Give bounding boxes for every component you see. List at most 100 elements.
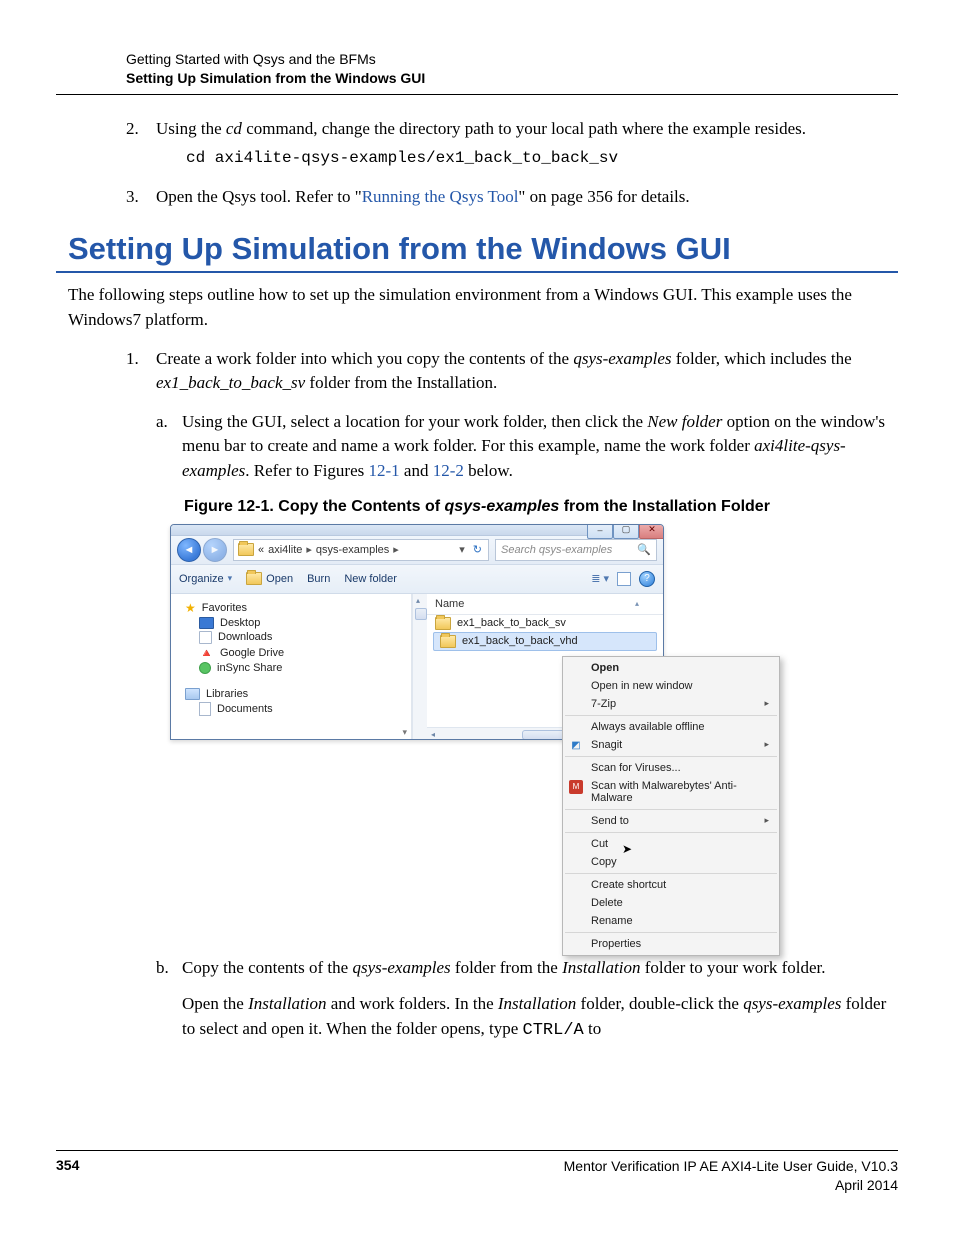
ctx-copy[interactable]: Copy	[563, 853, 779, 871]
folder-icon	[246, 572, 262, 585]
open-button[interactable]: Open	[246, 572, 293, 585]
nav-google-drive[interactable]: 🔺Google Drive	[175, 645, 407, 661]
submenu-arrow-icon: ▸	[764, 698, 769, 709]
nav-libraries[interactable]: Libraries	[175, 687, 407, 701]
figure-screenshot: – ▢ ✕ ◄ ► « axi4lite ▸ qsys-e	[170, 524, 784, 938]
menu-separator	[565, 873, 777, 874]
nav-insync[interactable]: inSync Share	[175, 661, 407, 675]
help-icon[interactable]: ?	[639, 571, 655, 587]
figure-caption: Figure 12-1. Copy the Contents of qsys-e…	[56, 498, 898, 516]
nav-favorites[interactable]: ★Favorites	[175, 600, 407, 616]
file-item[interactable]: ex1_back_to_back_sv	[427, 615, 663, 632]
search-box[interactable]: Search qsys-examples 🔍	[495, 539, 657, 561]
malwarebytes-icon: M	[569, 780, 583, 794]
nav-back-button[interactable]: ◄	[177, 538, 201, 562]
submenu-arrow-icon: ▸	[764, 739, 769, 750]
menu-separator	[565, 756, 777, 757]
step-1b: Copy the contents of the qsys-examples f…	[156, 956, 898, 1044]
ctx-properties[interactable]: Properties	[563, 935, 779, 953]
menu-separator	[565, 715, 777, 716]
link-figure-12-2[interactable]: 12-2	[433, 461, 464, 480]
nav-forward-button[interactable]: ►	[203, 538, 227, 562]
ctx-delete[interactable]: Delete	[563, 894, 779, 912]
ctx-offline[interactable]: Always available offline	[563, 718, 779, 736]
section-heading: Setting Up Simulation from the Windows G…	[56, 231, 898, 273]
search-icon: 🔍	[637, 543, 651, 556]
ctx-7zip[interactable]: 7-Zip▸	[563, 695, 779, 713]
ctx-scan-virus[interactable]: Scan for Viruses...	[563, 759, 779, 777]
page-footer: 354 Mentor Verification IP AE AXI4-Lite …	[56, 1150, 898, 1195]
organize-button[interactable]: Organize ▾	[179, 573, 232, 585]
nav-scrollbar[interactable]: ▴	[412, 594, 427, 740]
submenu-arrow-icon: ▸	[764, 815, 769, 826]
chevron-down-icon: ▾	[228, 573, 233, 584]
snagit-icon: ◩	[569, 739, 583, 753]
ctx-snagit[interactable]: ◩Snagit▸	[563, 736, 779, 754]
navigation-pane: ★Favorites Desktop Downloads 🔺Google Dri…	[171, 594, 412, 740]
address-dropdown-icon[interactable]: ▾	[455, 543, 467, 556]
menu-separator	[565, 932, 777, 933]
file-item-selected[interactable]: ex1_back_to_back_vhd	[433, 632, 657, 651]
nav-desktop[interactable]: Desktop	[175, 616, 407, 630]
folder-icon	[435, 617, 451, 630]
nav-documents[interactable]: Documents	[175, 701, 407, 717]
running-header-chapter: Getting Started with Qsys and the BFMs	[126, 50, 898, 69]
ctx-rename[interactable]: Rename	[563, 912, 779, 930]
column-name[interactable]: Name	[435, 598, 635, 610]
step-2: Using the cd command, change the directo…	[126, 117, 898, 171]
gdrive-icon: 🔺	[199, 646, 214, 660]
close-button[interactable]: ✕	[639, 524, 664, 539]
step-2-code: cd axi4lite-qsys-examples/ex1_back_to_ba…	[156, 147, 898, 170]
context-menu: Open Open in new window 7-Zip▸ Always av…	[562, 656, 780, 956]
libraries-icon	[185, 688, 200, 700]
ctx-create-shortcut[interactable]: Create shortcut	[563, 876, 779, 894]
desktop-icon	[199, 617, 214, 629]
step-1a: Using the GUI, select a location for you…	[156, 410, 898, 484]
section-intro: The following steps outline how to set u…	[56, 283, 898, 332]
ctx-open-new-window[interactable]: Open in new window	[563, 677, 779, 695]
search-placeholder: Search qsys-examples	[501, 544, 612, 556]
ctx-scan-malwarebytes[interactable]: MScan with Malwarebytes' Anti-Malware	[563, 777, 779, 807]
new-folder-button[interactable]: New folder	[344, 573, 397, 585]
menu-separator	[565, 809, 777, 810]
scroll-left-icon: ◂	[427, 730, 439, 739]
downloads-icon	[199, 631, 212, 644]
column-header[interactable]: Name ▴	[427, 594, 663, 615]
maximize-button[interactable]: ▢	[613, 524, 639, 539]
footer-date: April 2014	[564, 1176, 898, 1195]
cursor-icon: ➤	[622, 842, 632, 856]
refresh-icon[interactable]: ↻	[471, 543, 484, 556]
menu-separator	[565, 832, 777, 833]
step-2-text: Using the cd command, change the directo…	[156, 119, 806, 138]
page-number: 354	[56, 1157, 79, 1195]
breadcrumb-prefix: «	[258, 544, 264, 556]
address-bar[interactable]: « axi4lite ▸ qsys-examples ▸ ▾ ↻	[233, 539, 489, 561]
scrollbar-thumb[interactable]	[415, 608, 427, 620]
step-3: Open the Qsys tool. Refer to "Running th…	[126, 185, 898, 210]
minimize-button[interactable]: –	[587, 524, 613, 539]
scroll-down-icon[interactable]: ▾	[402, 727, 407, 738]
folder-icon	[238, 543, 254, 556]
breadcrumb-1[interactable]: axi4lite	[268, 544, 302, 556]
running-header-section: Setting Up Simulation from the Windows G…	[126, 69, 898, 88]
title-bar[interactable]: – ▢ ✕	[171, 525, 663, 536]
breadcrumb-2[interactable]: qsys-examples	[316, 544, 389, 556]
sort-indicator-icon: ▴	[635, 599, 663, 608]
running-header: Getting Started with Qsys and the BFMs S…	[56, 50, 898, 95]
folder-icon	[440, 635, 456, 648]
insync-icon	[199, 662, 211, 674]
ctx-cut[interactable]: Cut	[563, 835, 779, 853]
nav-downloads[interactable]: Downloads	[175, 630, 407, 645]
ctx-open[interactable]: Open	[563, 659, 779, 677]
ctx-send-to[interactable]: Send to▸	[563, 812, 779, 830]
link-running-qsys-tool[interactable]: Running the Qsys Tool	[362, 187, 519, 206]
view-mode-icon[interactable]: ≣ ▾	[591, 572, 609, 585]
link-figure-12-1[interactable]: 12-1	[369, 461, 400, 480]
chevron-right-icon: ▸	[306, 543, 312, 556]
step-1: Create a work folder into which you copy…	[126, 347, 898, 396]
preview-pane-button[interactable]	[617, 572, 631, 586]
star-icon: ★	[185, 601, 196, 615]
scroll-up-icon: ▴	[416, 596, 420, 605]
document-icon	[199, 702, 211, 716]
burn-button[interactable]: Burn	[307, 573, 330, 585]
